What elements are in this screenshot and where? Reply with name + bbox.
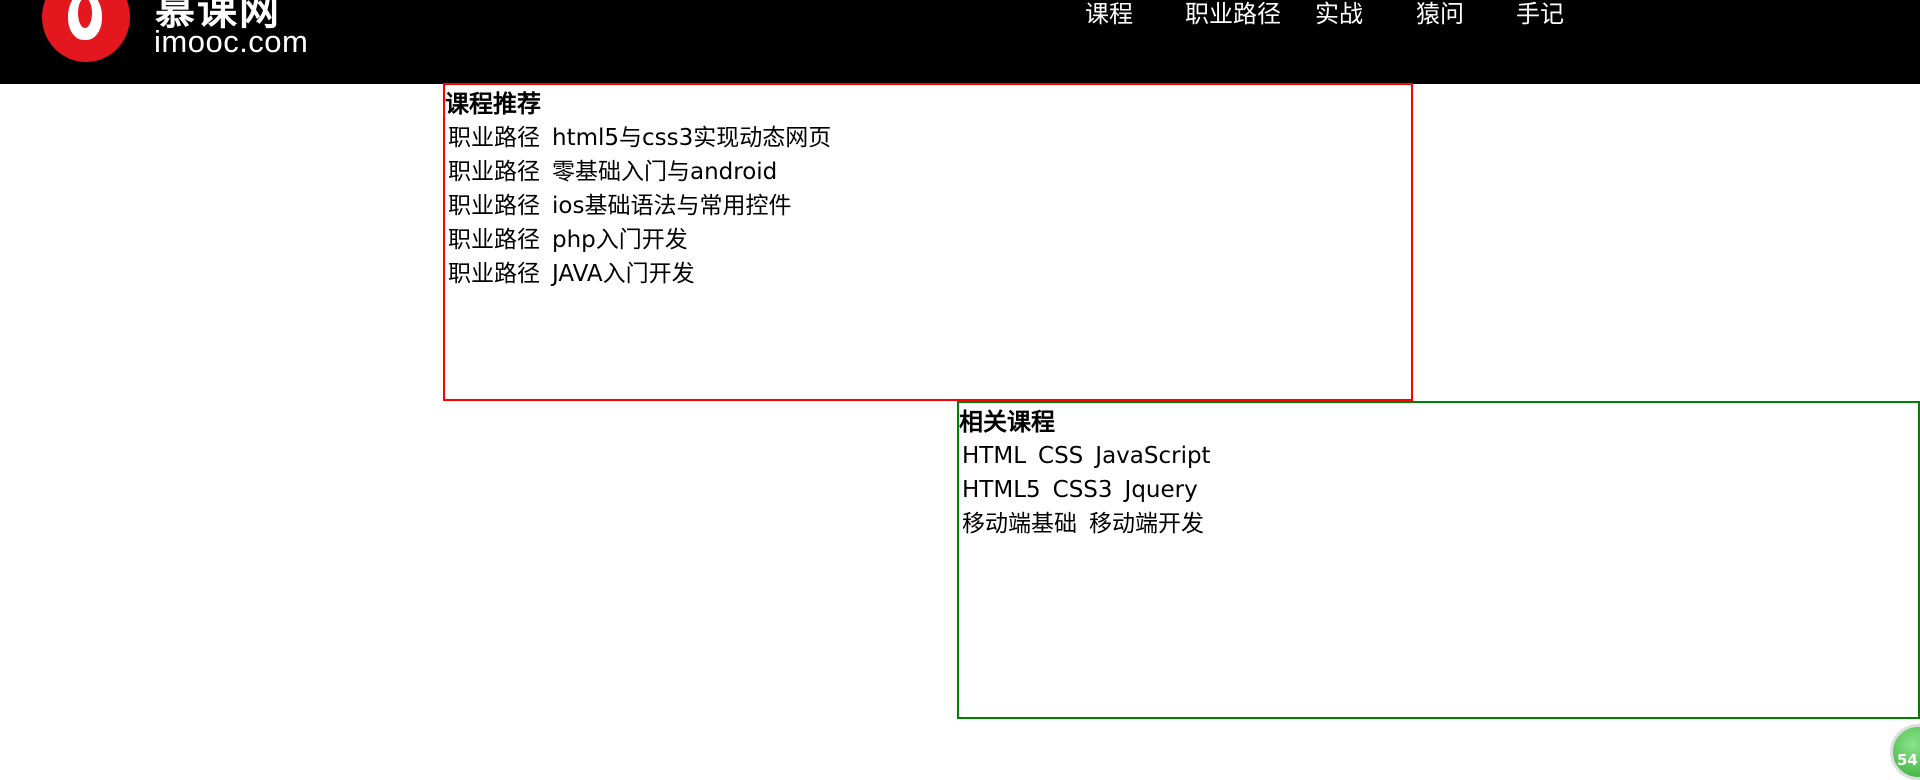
course-link[interactable]: 移动端开发: [1089, 511, 1204, 537]
flame-icon: [68, 0, 102, 40]
item-tag[interactable]: 职业路径: [448, 227, 540, 253]
list-item: 职业路径 php入门开发: [445, 223, 1411, 257]
item-tag[interactable]: 职业路径: [448, 125, 540, 151]
list-item: 职业路径 JAVA入门开发: [445, 257, 1411, 291]
list-item: 职业路径 html5与css3实现动态网页: [445, 121, 1411, 155]
course-link[interactable]: HTML: [962, 443, 1026, 469]
course-link[interactable]: Jquery: [1125, 477, 1198, 503]
nav-practice[interactable]: 实战: [1315, 0, 1363, 29]
course-link[interactable]: HTML5: [962, 477, 1041, 503]
list-item: 职业路径 零基础入门与android: [445, 155, 1411, 189]
floating-badge[interactable]: 54: [1890, 724, 1920, 780]
item-tag[interactable]: 职业路径: [448, 261, 540, 287]
list-item: 职业路径 ios基础语法与常用控件: [445, 189, 1411, 223]
nav-qa[interactable]: 猿问: [1416, 0, 1464, 29]
related-title: 相关课程: [959, 408, 1055, 436]
list-item: HTML CSS JavaScript: [959, 439, 1918, 473]
item-tag[interactable]: 职业路径: [448, 159, 540, 185]
nav-career-path[interactable]: 职业路径: [1185, 0, 1281, 29]
course-link[interactable]: 移动端基础: [962, 511, 1077, 537]
nav-notes[interactable]: 手记: [1516, 0, 1564, 29]
item-link[interactable]: html5与css3实现动态网页: [552, 125, 831, 151]
nav-courses[interactable]: 课程: [1085, 0, 1133, 29]
logo-icon[interactable]: [42, 0, 130, 62]
item-link[interactable]: ios基础语法与常用控件: [552, 193, 791, 219]
recommend-panel: 课程推荐 职业路径 html5与css3实现动态网页 职业路径 零基础入门与andr…: [443, 83, 1413, 401]
course-link[interactable]: CSS3: [1053, 477, 1113, 503]
item-tag[interactable]: 职业路径: [448, 193, 540, 219]
course-link[interactable]: CSS: [1038, 443, 1083, 469]
site-header: 慕课网 imooc.com 课程 职业路径 实战 猿问 手记: [0, 0, 1920, 84]
recommend-title: 课程推荐: [445, 90, 541, 118]
item-link[interactable]: 零基础入门与android: [552, 159, 777, 185]
related-panel: 相关课程 HTML CSS JavaScript HTML5 CSS3 Jquery 移…: [957, 401, 1920, 719]
item-link[interactable]: php入门开发: [552, 227, 688, 253]
course-link[interactable]: JavaScript: [1095, 443, 1210, 469]
list-item: 移动端基础 移动端开发: [959, 507, 1918, 541]
item-link[interactable]: JAVA入门开发: [552, 261, 695, 287]
badge-value: 54: [1897, 751, 1918, 769]
logo-text-en[interactable]: imooc.com: [154, 24, 308, 60]
list-item: HTML5 CSS3 Jquery: [959, 473, 1918, 507]
